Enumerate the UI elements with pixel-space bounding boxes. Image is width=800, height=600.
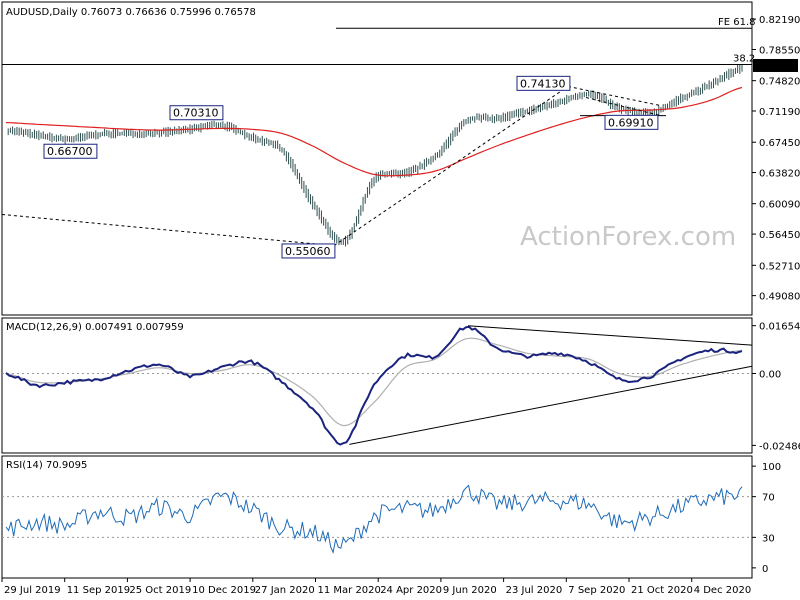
price-tick-label: 0.82190 (759, 15, 800, 26)
macd-tick-label: 0.00 (759, 369, 781, 380)
macd-tick-label: -0.02486 (759, 441, 800, 452)
last-price-label: 0.76578 (756, 61, 797, 72)
fib-382-label: 38.2 (733, 54, 755, 65)
x-tick-label: 24 Apr 2020 (380, 585, 442, 596)
label-0-74130: 0.74130 (520, 77, 566, 90)
x-tick-label: 27 Jan 2020 (255, 585, 315, 596)
x-tick-label: 11 Mar 2020 (318, 585, 381, 596)
x-tick-label: 21 Oct 2020 (631, 585, 693, 596)
x-tick-label: 4 Dec 2020 (694, 585, 752, 596)
rsi-line (5, 484, 743, 554)
rsi-tick-label: 30 (762, 533, 775, 544)
price-panel-frame (1, 1, 753, 316)
sma-line (5, 86, 743, 177)
x-tick-label: 7 Sep 2020 (568, 585, 625, 596)
label-0-70310: 0.70310 (173, 107, 219, 120)
rsi-tick-label: 100 (762, 462, 781, 473)
chart-canvas: AUDUSD,Daily 0.76073 0.76636 0.75996 0.7… (1, 1, 800, 596)
watermark: ActionForex.com (520, 222, 736, 252)
x-tick-label: 29 Jul 2019 (4, 585, 61, 596)
x-tick-label: 23 Jul 2020 (506, 585, 563, 596)
lower-trendline (1, 213, 335, 247)
price-tick-label: 0.67450 (759, 138, 800, 149)
price-tick-label: 0.49080 (759, 292, 800, 303)
price-tick-label: 0.52710 (759, 261, 800, 272)
price-tick-label: 0.56450 (759, 230, 800, 241)
price-tick-label: 0.71190 (759, 107, 800, 118)
rsi-tick-label: 0 (762, 564, 768, 575)
price-tick-label: 0.74820 (759, 77, 800, 88)
label-0-55060: 0.55060 (285, 245, 331, 258)
price-tick-label: 0.63820 (759, 169, 800, 180)
macd-line (5, 325, 743, 446)
x-tick-label: 11 Sep 2019 (67, 585, 130, 596)
label-0-69910: 0.69910 (608, 116, 654, 129)
macd-resistance-trendline (467, 325, 753, 346)
x-tick-label: 25 Oct 2019 (129, 585, 191, 596)
rsi-tick-label: 70 (762, 493, 775, 504)
rsi-panel-title: RSI(14) 70.9095 (6, 460, 87, 471)
label-0-66700: 0.66700 (47, 145, 93, 158)
price-tick-label: 0.78550 (759, 46, 800, 57)
fe-618-label: FE 61.8 (718, 17, 756, 28)
macd-support-trendline (349, 365, 753, 445)
x-tick-label: 10 Dec 2019 (192, 585, 256, 596)
macd-tick-label: 0.01654 (759, 322, 800, 333)
x-tick-label: 9 Jun 2020 (443, 585, 497, 596)
macd-panel-frame (1, 317, 753, 454)
macd-panel-title: MACD(12,26,9) 0.007491 0.007959 (6, 322, 184, 333)
price-tick-label: 0.60090 (759, 200, 800, 211)
price-panel-title: AUDUSD,Daily 0.76073 0.76636 0.75996 0.7… (6, 7, 256, 18)
